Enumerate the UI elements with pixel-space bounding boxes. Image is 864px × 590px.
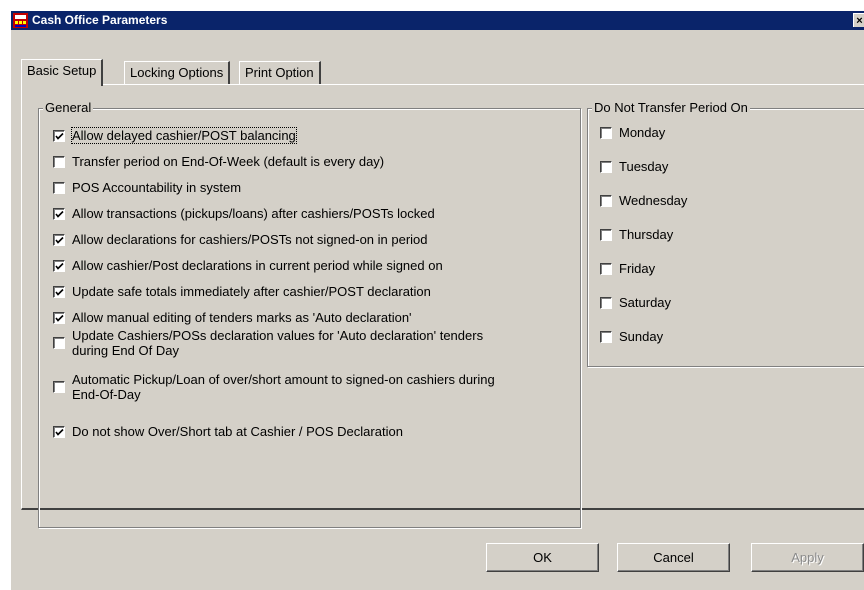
general-setting-option[interactable]: Automatic Pickup/Loan of over/short amou… xyxy=(53,372,495,402)
general-setting-label-text-line2: End-Of-Day xyxy=(72,387,141,402)
general-setting-label: Allow manual editing of tenders marks as… xyxy=(72,310,412,325)
general-setting-label: Update Cashiers/POSs declaration values … xyxy=(72,328,483,358)
day-wednesday-label-text: Wednesday xyxy=(619,193,688,208)
general-group-title: General xyxy=(43,100,94,115)
day-monday-label-text: Monday xyxy=(619,125,666,140)
checkbox-unchecked-icon[interactable] xyxy=(600,262,612,275)
general-setting-label: Update safe totals immediately after cas… xyxy=(72,284,431,299)
general-setting-option[interactable]: POS Accountability in system xyxy=(53,180,241,195)
day-thursday-label: Thursday xyxy=(619,227,673,242)
checkbox-checked-icon[interactable] xyxy=(53,129,65,142)
checkbox-unchecked-icon[interactable] xyxy=(600,228,612,241)
day-tuesday-label: Tuesday xyxy=(619,159,668,174)
general-setting-label: Transfer period on End-Of-Week (default … xyxy=(72,154,384,169)
general-setting-label: Do not show Over/Short tab at Cashier / … xyxy=(72,424,403,439)
general-setting-label-text: Update safe totals immediately after cas… xyxy=(72,284,431,299)
general-setting-label: Allow transactions (pickups/loans) after… xyxy=(72,206,435,221)
general-setting-option[interactable]: Update safe totals immediately after cas… xyxy=(53,284,431,299)
checkbox-checked-icon[interactable] xyxy=(53,425,65,438)
day-saturday-option[interactable]: Saturday xyxy=(600,295,671,310)
day-wednesday-option[interactable]: Wednesday xyxy=(600,193,687,208)
day-sunday-label-text: Sunday xyxy=(619,329,664,344)
checkbox-unchecked-icon[interactable] xyxy=(600,330,612,343)
general-setting-label: Allow cashier/Post declarations in curre… xyxy=(72,258,443,273)
checkbox-unchecked-icon[interactable] xyxy=(600,160,612,173)
general-setting-label-text: Allow transactions (pickups/loans) after… xyxy=(72,206,435,221)
general-setting-option[interactable]: Update Cashiers/POSs declaration values … xyxy=(53,328,483,358)
day-wednesday-label: Wednesday xyxy=(619,193,687,208)
window-title: Cash Office Parameters xyxy=(32,13,168,27)
checkbox-checked-icon[interactable] xyxy=(53,285,65,298)
general-setting-option[interactable]: Allow transactions (pickups/loans) after… xyxy=(53,206,435,221)
day-saturday-label-text: Saturday xyxy=(619,295,672,310)
checkbox-unchecked-icon[interactable] xyxy=(600,194,612,207)
checkbox-unchecked-icon[interactable] xyxy=(53,155,65,168)
general-setting-option[interactable]: Allow cashier/Post declarations in curre… xyxy=(53,258,443,273)
general-setting-option[interactable]: Transfer period on End-Of-Week (default … xyxy=(53,154,384,169)
day-friday-label: Friday xyxy=(619,261,655,276)
day-sunday-option[interactable]: Sunday xyxy=(600,329,663,344)
general-setting-label-text: Update Cashiers/POSs declaration values … xyxy=(72,328,484,343)
checkbox-unchecked-icon[interactable] xyxy=(53,381,65,393)
tab-label: Locking Options xyxy=(130,65,224,80)
tab-label: Print Option xyxy=(245,65,314,80)
close-button[interactable]: × xyxy=(853,13,864,27)
checkbox-checked-icon[interactable] xyxy=(53,259,65,272)
general-setting-label-text: Transfer period on End-Of-Week (default … xyxy=(72,154,385,169)
general-setting-label-text-line2: during End Of Day xyxy=(72,343,179,358)
checkbox-unchecked-icon[interactable] xyxy=(600,126,612,139)
tab-print-option[interactable]: Print Option xyxy=(239,61,321,85)
general-group: General Allow delayed cashier/POST balan… xyxy=(38,100,581,528)
general-setting-label: Automatic Pickup/Loan of over/short amou… xyxy=(72,372,495,402)
cancel-button[interactable]: Cancel xyxy=(617,543,730,572)
title-bar: Cash Office Parameters × xyxy=(11,11,864,30)
tab-label: Basic Setup xyxy=(27,63,97,78)
do-not-transfer-group-title: Do Not Transfer Period On xyxy=(592,100,750,115)
day-monday-option[interactable]: Monday xyxy=(600,125,665,140)
general-setting-option[interactable]: Allow declarations for cashiers/POSTs no… xyxy=(53,232,428,247)
day-thursday-label-text: Thursday xyxy=(619,227,674,242)
checkbox-checked-icon[interactable] xyxy=(53,311,65,324)
tab-locking-options[interactable]: Locking Options xyxy=(124,61,231,85)
day-thursday-option[interactable]: Thursday xyxy=(600,227,673,242)
day-friday-option[interactable]: Friday xyxy=(600,261,655,276)
day-monday-label: Monday xyxy=(619,125,665,140)
general-setting-label: POS Accountability in system xyxy=(72,180,241,195)
general-setting-label-text: POS Accountability in system xyxy=(72,180,242,195)
day-tuesday-option[interactable]: Tuesday xyxy=(600,159,668,174)
tab-panel-basic-setup: General Allow delayed cashier/POST balan… xyxy=(21,84,864,528)
checkbox-unchecked-icon[interactable] xyxy=(53,337,65,349)
apply-button[interactable]: Apply xyxy=(751,543,864,572)
general-setting-label-text: Allow cashier/Post declarations in curre… xyxy=(72,258,443,273)
checkbox-unchecked-icon[interactable] xyxy=(53,181,65,194)
day-friday-label-text: Friday xyxy=(619,261,656,276)
general-setting-option[interactable]: Allow delayed cashier/POST balancing xyxy=(53,127,297,144)
general-setting-label: Allow declarations for cashiers/POSTs no… xyxy=(72,232,428,247)
tab-basic-setup[interactable]: Basic Setup xyxy=(21,59,104,86)
general-setting-option[interactable]: Do not show Over/Short tab at Cashier / … xyxy=(53,424,403,439)
ok-button[interactable]: OK xyxy=(486,543,599,572)
general-setting-label: Allow delayed cashier/POST balancing xyxy=(71,127,297,144)
checkbox-checked-icon[interactable] xyxy=(53,207,65,220)
cash-register-icon xyxy=(13,13,28,28)
checkbox-checked-icon[interactable] xyxy=(53,233,65,246)
day-sunday-label: Sunday xyxy=(619,329,663,344)
day-saturday-label: Saturday xyxy=(619,295,671,310)
general-setting-label-text: Allow manual editing of tenders marks as… xyxy=(72,310,412,325)
cash-office-parameters-dialog: Cash Office Parameters × Basic Setup Loc… xyxy=(10,10,864,590)
general-setting-label-text: Allow declarations for cashiers/POSTs no… xyxy=(72,232,428,247)
general-setting-label-text: Allow delayed cashier/POST balancing xyxy=(72,128,296,143)
do-not-transfer-group: Do Not Transfer Period On Monday Tuesday W… xyxy=(587,100,864,367)
general-setting-option[interactable]: Allow manual editing of tenders marks as… xyxy=(53,310,412,325)
general-setting-label-text: Automatic Pickup/Loan of over/short amou… xyxy=(72,372,495,387)
checkbox-unchecked-icon[interactable] xyxy=(600,296,612,309)
day-tuesday-label-text: Tuesday xyxy=(619,159,669,174)
general-setting-label-text: Do not show Over/Short tab at Cashier / … xyxy=(72,424,403,439)
